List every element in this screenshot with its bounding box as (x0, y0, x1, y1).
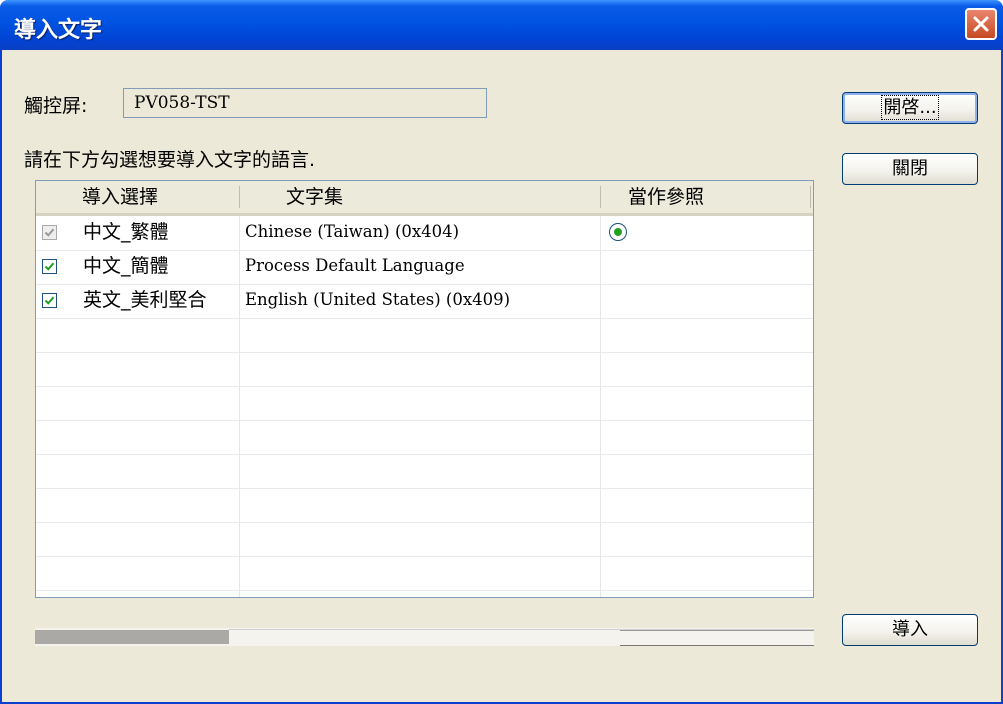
empty-row (36, 352, 813, 387)
table-row[interactable]: 中文_簡體 Process Default Language (36, 250, 813, 285)
horizontal-scrollbar[interactable] (35, 628, 814, 646)
empty-row (36, 556, 813, 591)
empty-row (36, 420, 813, 455)
list-header: 導入選擇 文字集 當作參照 (36, 181, 813, 216)
checkmark-icon (44, 228, 55, 237)
instruction-text: 請在下方勾選想要導入文字的語言. (24, 149, 316, 171)
row-checkbox[interactable] (42, 293, 57, 308)
import-button[interactable]: 導入 (842, 614, 978, 646)
screen-field: PV058-TST (123, 88, 487, 118)
close-button[interactable]: 關閉 (842, 153, 978, 185)
header-reference[interactable]: 當作參照 (628, 181, 704, 213)
row-charset: Chinese (Taiwan) (0x404) (245, 222, 460, 241)
table-row[interactable]: 英文_美利堅合 English (United States) (0x409) (36, 284, 813, 319)
close-icon (973, 16, 989, 32)
radio-selected-icon[interactable] (609, 223, 627, 241)
header-import-select[interactable]: 導入選擇 (82, 181, 158, 213)
import-button-label: 導入 (892, 619, 928, 640)
row-language: 英文_美利堅合 (83, 289, 207, 311)
scrollbar-thumb[interactable] (35, 630, 229, 644)
empty-row (36, 454, 813, 489)
header-charset[interactable]: 文字集 (286, 181, 343, 213)
open-button[interactable]: 開啓... (842, 92, 978, 124)
checkmark-icon (44, 262, 55, 271)
row-checkbox[interactable] (42, 259, 57, 274)
window-title: 導入文字 (14, 18, 103, 43)
row-charset: English (United States) (0x409) (245, 290, 511, 309)
table-row[interactable]: 中文_繁體 Chinese (Taiwan) (0x404) (36, 216, 813, 251)
screen-label: 觸控屏: (24, 95, 88, 117)
row-language: 中文_簡體 (83, 255, 169, 277)
open-button-label: 開啓... (881, 95, 939, 120)
empty-row (36, 386, 813, 421)
import-text-dialog: 導入文字 觸控屏: PV058-TST 請在下方勾選想要導入文字的語言. 開啓.… (0, 0, 1003, 704)
row-language: 中文_繁體 (83, 221, 169, 243)
language-list[interactable]: 導入選擇 文字集 當作參照 中文_繁體 Chinese (Taiwan) (0x… (35, 180, 814, 598)
empty-row (36, 318, 813, 353)
empty-row (36, 522, 813, 557)
close-button-label: 關閉 (892, 158, 928, 179)
row-checkbox (42, 225, 57, 240)
close-window-button[interactable] (965, 8, 997, 40)
title-bar[interactable]: 導入文字 (0, 0, 1003, 50)
empty-row (36, 488, 813, 523)
row-charset: Process Default Language (245, 256, 465, 275)
checkmark-icon (44, 296, 55, 305)
